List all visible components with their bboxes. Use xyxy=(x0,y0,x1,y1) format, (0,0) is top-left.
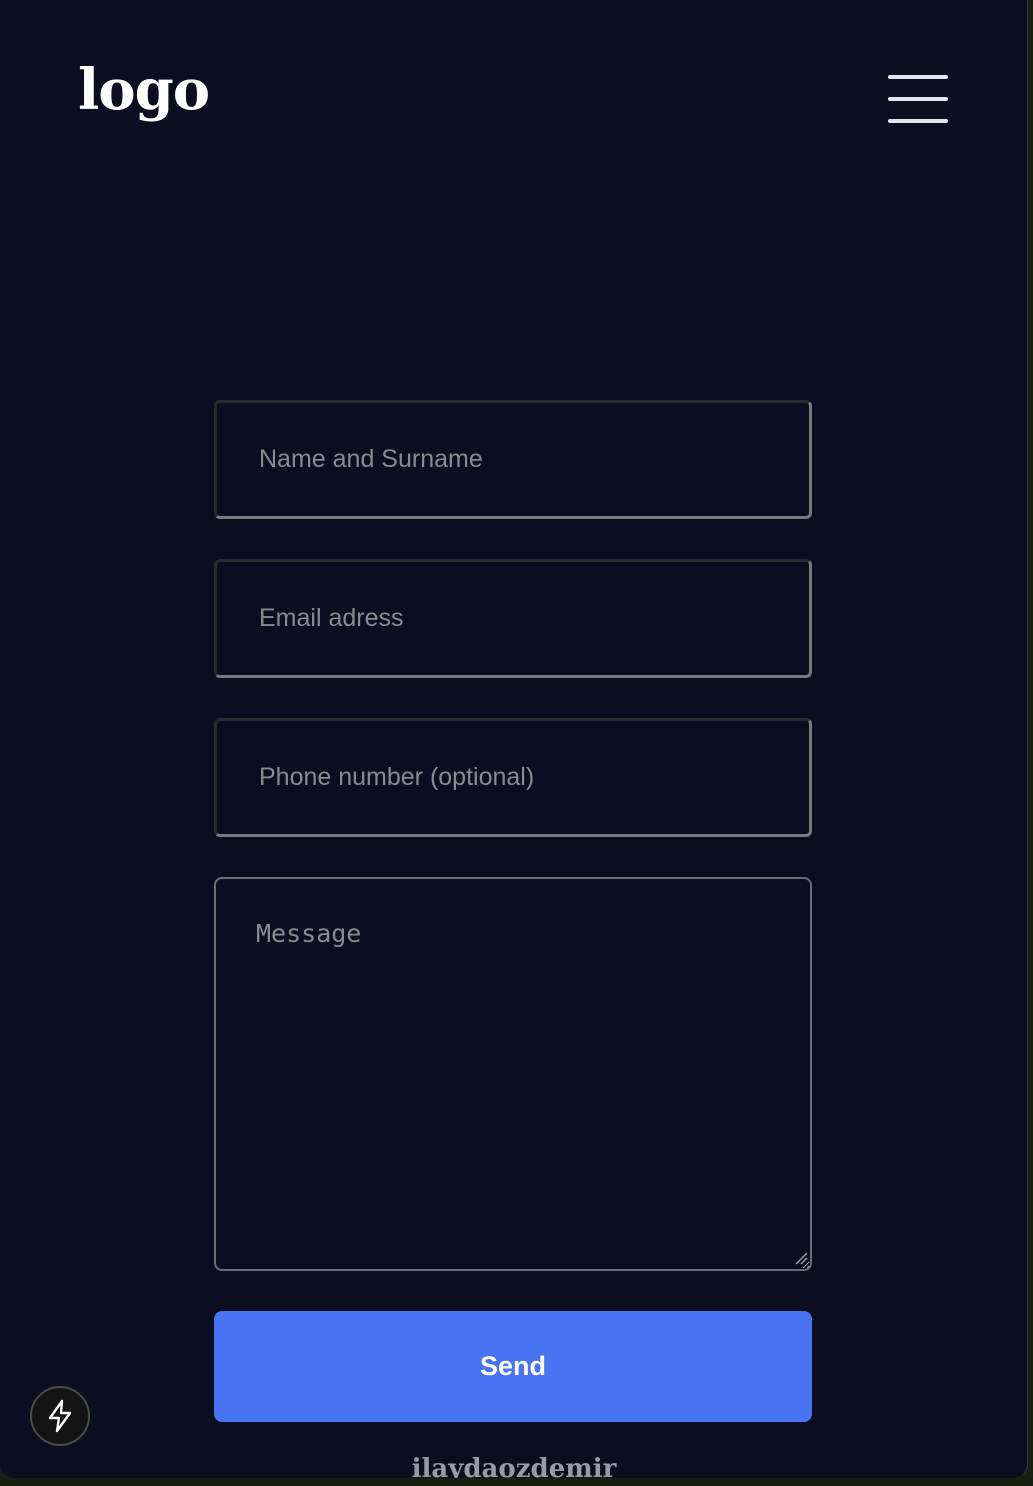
menu-bar-top xyxy=(888,75,948,79)
email-field[interactable] xyxy=(214,559,812,678)
footer-author: ilaydaozdemir xyxy=(411,1454,617,1478)
send-button[interactable]: Send xyxy=(214,1311,812,1422)
menu-bar-bottom xyxy=(888,119,948,123)
logo[interactable]: logo xyxy=(78,62,210,118)
name-field[interactable] xyxy=(214,400,812,519)
site-header: logo xyxy=(0,0,1027,200)
hamburger-menu-icon[interactable] xyxy=(886,72,950,128)
app-window: logo Send ilaydaozdemir xyxy=(0,0,1028,1478)
lightning-bolt-icon[interactable] xyxy=(30,1386,90,1446)
bolt-glyph xyxy=(48,1399,72,1433)
message-field[interactable] xyxy=(214,877,812,1271)
phone-field[interactable] xyxy=(214,718,812,837)
menu-bar-middle xyxy=(888,97,948,101)
